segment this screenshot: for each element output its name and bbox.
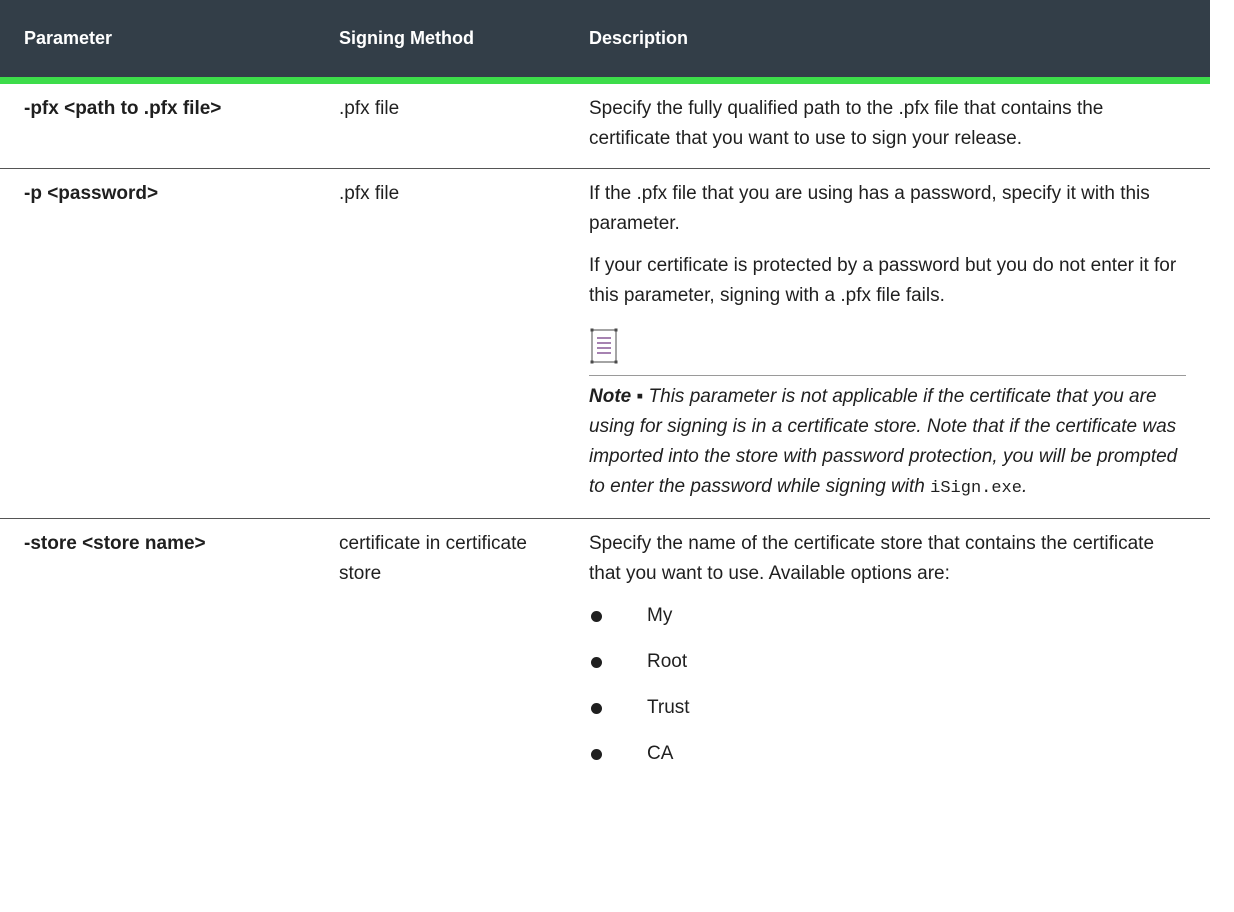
option-label: Root bbox=[647, 650, 688, 672]
signing-method-cell: .pfx file bbox=[315, 80, 565, 169]
parameter-cell: -p <password> bbox=[0, 168, 315, 519]
signing-method-cell: .pfx file bbox=[315, 168, 565, 519]
description-cell: Specify the fully qualified path to the … bbox=[565, 80, 1210, 169]
note-label: Note ▪ bbox=[589, 385, 644, 407]
table-header: Parameter Signing Method Description bbox=[0, 0, 1210, 84]
description-cell: Specify the name of the certificate stor… bbox=[565, 518, 1210, 783]
bullet-icon bbox=[591, 748, 602, 760]
option-label: My bbox=[647, 604, 673, 626]
table-row: -store <store name> certificate in certi… bbox=[0, 518, 1210, 783]
note-block: Note ▪ This parameter is not applicable … bbox=[589, 323, 1186, 504]
list-item: Root bbox=[589, 647, 1186, 677]
header-description: Description bbox=[565, 0, 1210, 84]
signing-method-cell: certificate in certificate store bbox=[339, 532, 527, 584]
header-parameter: Parameter bbox=[0, 0, 315, 84]
note-icon bbox=[589, 327, 619, 365]
option-label: Trust bbox=[647, 696, 690, 718]
description-text: If the .pfx file that you are using has … bbox=[589, 182, 1150, 234]
parameter-cell: -store <store name> bbox=[0, 518, 315, 783]
parameter-name: -pfx <path to .pfx file> bbox=[24, 97, 222, 119]
description-text: Specify the name of the certificate stor… bbox=[589, 532, 1155, 584]
description-text: If your certificate is protected by a pa… bbox=[589, 254, 1177, 306]
description-text: Specify the fully qualified path to the … bbox=[589, 97, 1104, 149]
list-item: My bbox=[589, 601, 1186, 631]
list-item: Trust bbox=[589, 693, 1186, 723]
note-code: iSign.exe bbox=[930, 478, 1022, 498]
header-row: Parameter Signing Method Description bbox=[0, 0, 1210, 84]
table-row: -pfx <path to .pfx file> .pfx file Speci… bbox=[0, 80, 1210, 169]
note-divider bbox=[589, 374, 1186, 376]
note-end: . bbox=[1021, 475, 1028, 497]
parameter-table: Parameter Signing Method Description -pf… bbox=[0, 0, 1210, 783]
bullet-icon bbox=[591, 610, 602, 622]
bullet-icon bbox=[591, 702, 602, 714]
options-list: My Root Trust CA bbox=[589, 601, 1186, 769]
list-item: CA bbox=[589, 739, 1186, 769]
note-body: This parameter is not applicable if the … bbox=[589, 385, 1178, 497]
table-row: -p <password> .pfx file If the .pfx file… bbox=[0, 168, 1210, 519]
note-text: Note ▪ This parameter is not applicable … bbox=[589, 382, 1186, 504]
parameter-cell: -pfx <path to .pfx file> bbox=[0, 80, 315, 169]
header-signing-method: Signing Method bbox=[315, 0, 565, 84]
option-label: CA bbox=[647, 742, 674, 764]
parameter-name: -p <password> bbox=[24, 182, 159, 204]
description-cell: If the .pfx file that you are using has … bbox=[565, 168, 1210, 519]
bullet-icon bbox=[591, 656, 602, 668]
parameter-name: -store <store name> bbox=[24, 532, 206, 554]
